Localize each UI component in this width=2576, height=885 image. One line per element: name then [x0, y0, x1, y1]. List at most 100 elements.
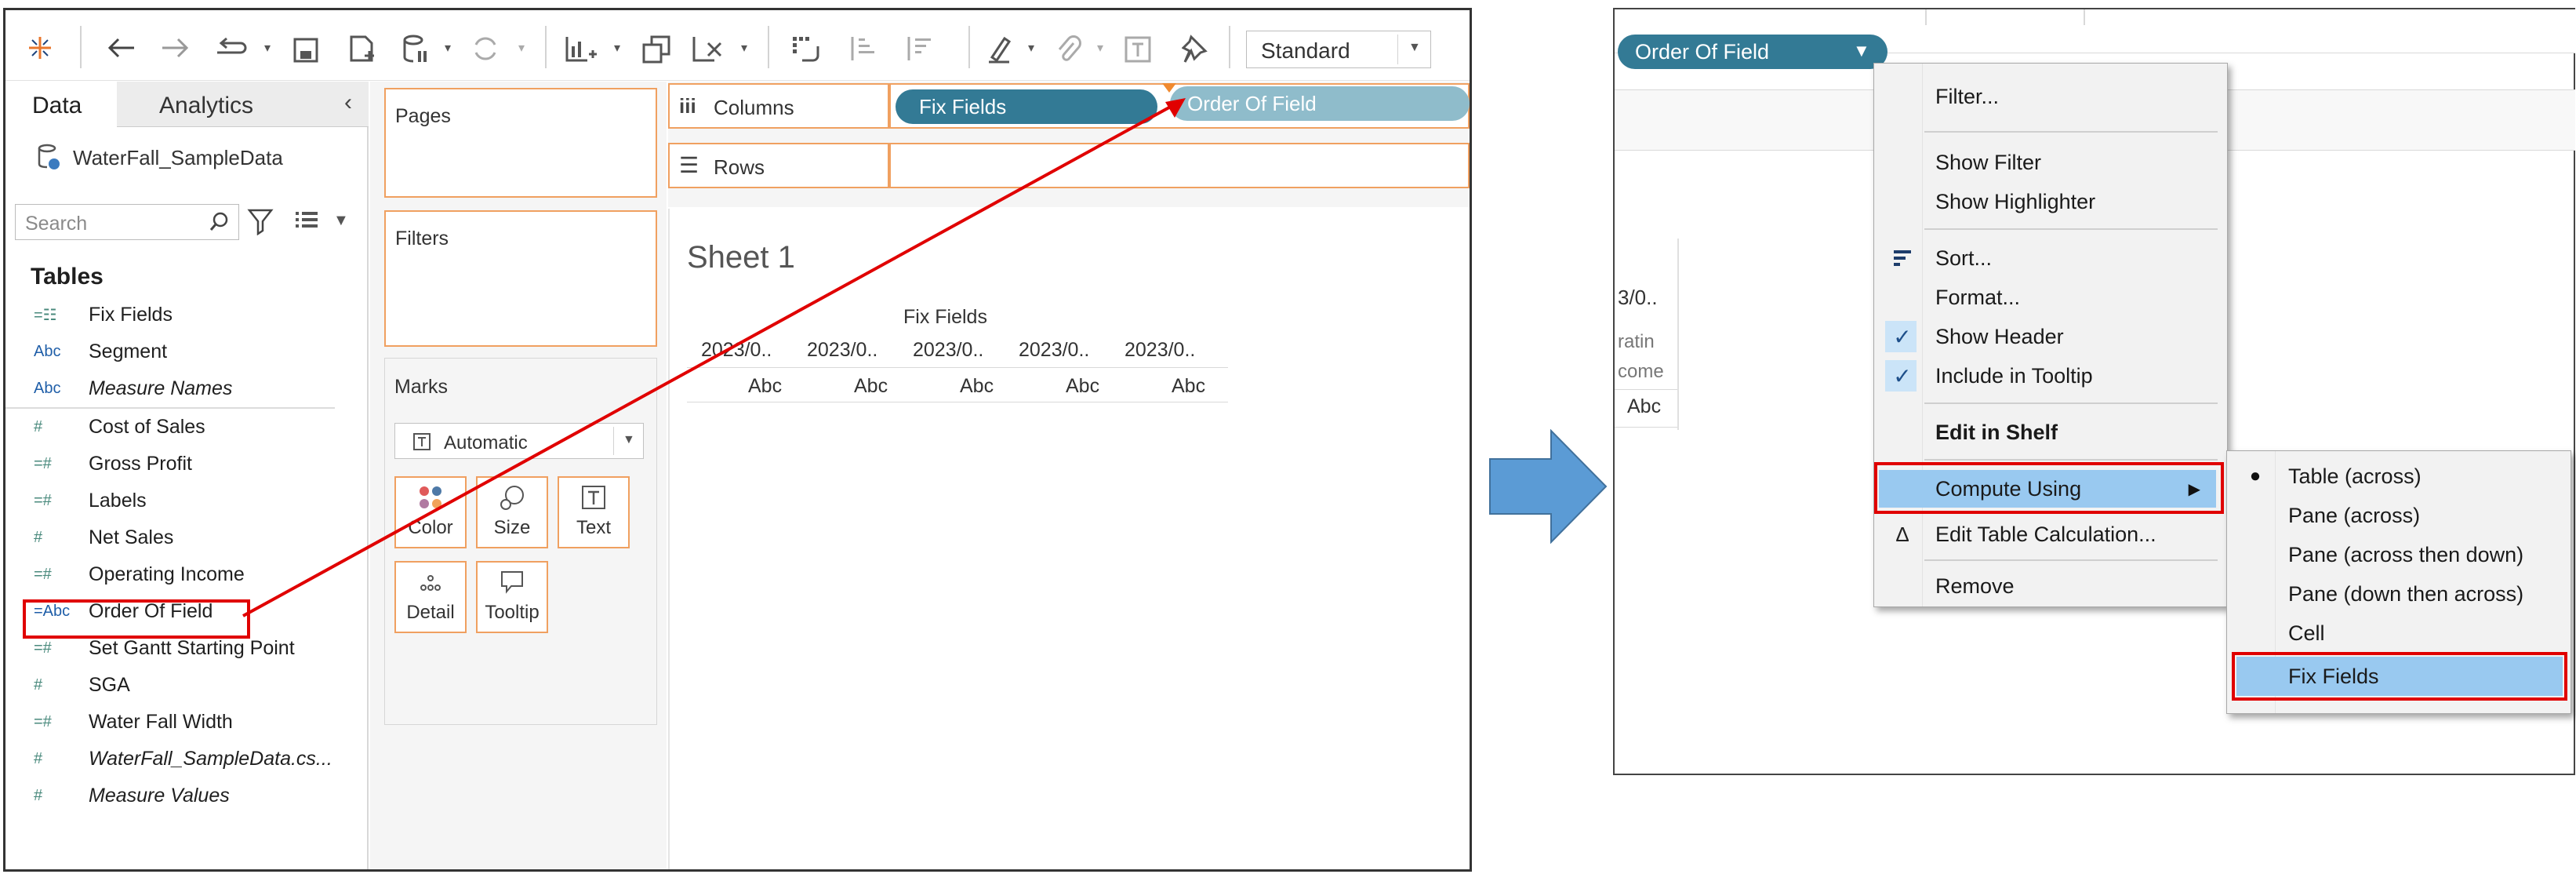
field-item[interactable]: # Measure Values — [5, 778, 369, 814]
field-item[interactable]: # Cost of Sales — [5, 409, 369, 446]
column-header[interactable]: 2023/0.. — [701, 339, 772, 362]
field-item[interactable]: # SGA — [5, 667, 369, 704]
column-header[interactable]: 2023/0.. — [807, 339, 877, 362]
table-cell[interactable]: Abc — [748, 375, 782, 398]
field-item[interactable]: # WaterFall_SampleData.cs... — [5, 741, 369, 778]
label-icon[interactable] — [1124, 35, 1152, 64]
highlight-icon[interactable] — [986, 34, 1014, 65]
column-header[interactable]: 2023/0.. — [1019, 339, 1089, 362]
field-name: Labels — [89, 490, 147, 512]
view-options-icon[interactable] — [294, 209, 319, 232]
menu-item-edit-in-shelf[interactable]: Edit in Shelf — [1874, 413, 2227, 451]
column-header-title: Fix Fields — [903, 306, 987, 328]
field-item[interactable]: # Net Sales — [5, 519, 369, 556]
table-cell[interactable]: Abc — [1066, 375, 1099, 398]
text-button[interactable]: Text — [558, 476, 630, 548]
menu-item-sort[interactable]: Sort... — [1874, 239, 2227, 277]
check-icon: ✓ — [1893, 324, 1912, 349]
chevron-down-icon[interactable]: ▾ — [264, 40, 271, 56]
pause-icon[interactable] — [402, 34, 429, 65]
chevron-down-icon[interactable]: ▾ — [741, 40, 747, 56]
select-divider — [1397, 35, 1398, 64]
datasource-name[interactable]: WaterFall_SampleData — [73, 146, 283, 170]
menu-item-show-header[interactable]: ✓ Show Header — [1874, 318, 2227, 355]
swap-icon[interactable] — [790, 34, 821, 65]
field-item[interactable]: =# Operating Income — [5, 556, 369, 593]
refresh-icon[interactable] — [471, 35, 500, 62]
menu-item-edit-table-calculation[interactable]: Δ Edit Table Calculation... — [1874, 515, 2227, 553]
column-header[interactable]: 2023/0.. — [913, 339, 983, 362]
filters-card[interactable]: Filters — [384, 210, 657, 347]
field-item[interactable]: =# Gross Profit — [5, 446, 369, 483]
dragged-pill-order-of-field[interactable]: Order Of Field — [1170, 86, 1470, 121]
sort-asc-icon[interactable] — [848, 34, 879, 65]
chevron-down-icon[interactable]: ▾ — [518, 40, 525, 56]
submenu-item-pane-down-then-across[interactable]: Pane (down then across) — [2227, 575, 2571, 613]
new-datasource-icon[interactable] — [347, 34, 376, 65]
columns-pill-fix-fields[interactable]: Fix Fields — [896, 89, 1157, 124]
tableau-logo-icon[interactable] — [26, 34, 54, 62]
menu-item-format[interactable]: Format... — [1874, 279, 2227, 316]
sheet-title[interactable]: Sheet 1 — [687, 240, 795, 275]
chevron-down-icon[interactable]: ▾ — [1097, 40, 1103, 56]
pin-icon[interactable] — [1182, 34, 1208, 65]
forward-icon[interactable] — [159, 35, 191, 60]
order-of-field-pill[interactable]: Order Of Field ▼ — [1618, 35, 1887, 69]
paperclip-icon[interactable] — [1055, 34, 1081, 65]
tab-analytics[interactable]: Analytics ‹ — [117, 82, 369, 127]
color-icon — [417, 484, 444, 511]
chevron-down-icon[interactable]: ▾ — [614, 40, 620, 56]
table-cell[interactable]: Abc — [854, 375, 888, 398]
submenu-item-table-across[interactable]: ● Table (across) — [2227, 457, 2571, 495]
view-size-select[interactable]: Standard ▼ — [1246, 31, 1431, 68]
rows-shelf[interactable] — [889, 143, 1470, 188]
field-item[interactable]: =☷ Fix Fields — [5, 297, 369, 333]
table-cell[interactable]: Abc — [1172, 375, 1205, 398]
menu-item-label: Filter... — [1935, 84, 2000, 108]
field-item[interactable]: Abc Segment — [5, 333, 369, 370]
new-sheet-icon[interactable] — [564, 34, 598, 65]
chevron-down-icon[interactable]: ▾ — [1028, 40, 1034, 56]
menu-item-show-highlighter[interactable]: Show Highlighter — [1874, 183, 2227, 220]
toolbar-separator — [80, 26, 82, 68]
mark-type-value: Automatic — [444, 432, 528, 453]
pages-card[interactable]: Pages — [384, 88, 657, 198]
menu-item-show-filter[interactable]: Show Filter — [1874, 144, 2227, 181]
menu-item-include-in-tooltip[interactable]: ✓ Include in Tooltip — [1874, 357, 2227, 395]
sort-desc-icon[interactable] — [904, 34, 936, 65]
menu-separator — [1924, 131, 2218, 133]
field-item[interactable]: =# Water Fall Width — [5, 704, 369, 741]
back-icon[interactable] — [106, 35, 137, 60]
pages-card-title: Pages — [395, 105, 451, 127]
tableau-window-right: Order Of Field ▼ 3/0.. ratin come Abc Fi… — [1613, 8, 2575, 775]
field-item[interactable]: =# Labels — [5, 483, 369, 519]
tooltip-button[interactable]: Tooltip — [476, 561, 548, 633]
tab-data[interactable]: Data — [5, 82, 117, 127]
size-button[interactable]: Size — [476, 476, 548, 548]
columns-icon: iii — [679, 94, 696, 118]
mark-type-select[interactable]: Automatic ▼ — [394, 423, 644, 459]
field-item[interactable]: Abc Measure Names — [5, 370, 335, 409]
chevron-down-icon[interactable]: ▼ — [333, 212, 349, 230]
menu-item-remove[interactable]: Remove — [1874, 569, 2227, 603]
collapse-icon[interactable]: ‹ — [344, 89, 352, 116]
submenu-item-pane-across-then-down[interactable]: Pane (across then down) — [2227, 536, 2571, 574]
column-header[interactable]: 2023/0.. — [1125, 339, 1195, 362]
detail-button[interactable]: Detail — [394, 561, 467, 633]
clear-icon[interactable] — [691, 34, 725, 65]
table-cell[interactable]: Abc — [960, 375, 994, 398]
chevron-down-icon[interactable]: ▾ — [445, 40, 451, 56]
menu-item-filter[interactable]: Filter... — [1874, 78, 2227, 115]
search-input[interactable]: Search — [15, 204, 239, 240]
filter-icon[interactable] — [247, 207, 274, 235]
submenu-item-cell[interactable]: Cell — [2227, 614, 2571, 652]
menu-item-label: Edit Table Calculation... — [1935, 522, 2156, 546]
shelves-area: iii Columns Fix Fields Order Of Field ☰ … — [668, 82, 1470, 207]
submenu-item-pane-across[interactable]: Pane (across) — [2227, 497, 2571, 534]
chevron-down-icon[interactable]: ▼ — [1853, 41, 1870, 61]
color-button[interactable]: Color — [394, 476, 467, 548]
duplicate-icon[interactable] — [641, 34, 672, 65]
redo-icon[interactable] — [214, 35, 249, 60]
save-icon[interactable] — [292, 37, 319, 64]
sort-icon — [1888, 246, 1917, 270]
